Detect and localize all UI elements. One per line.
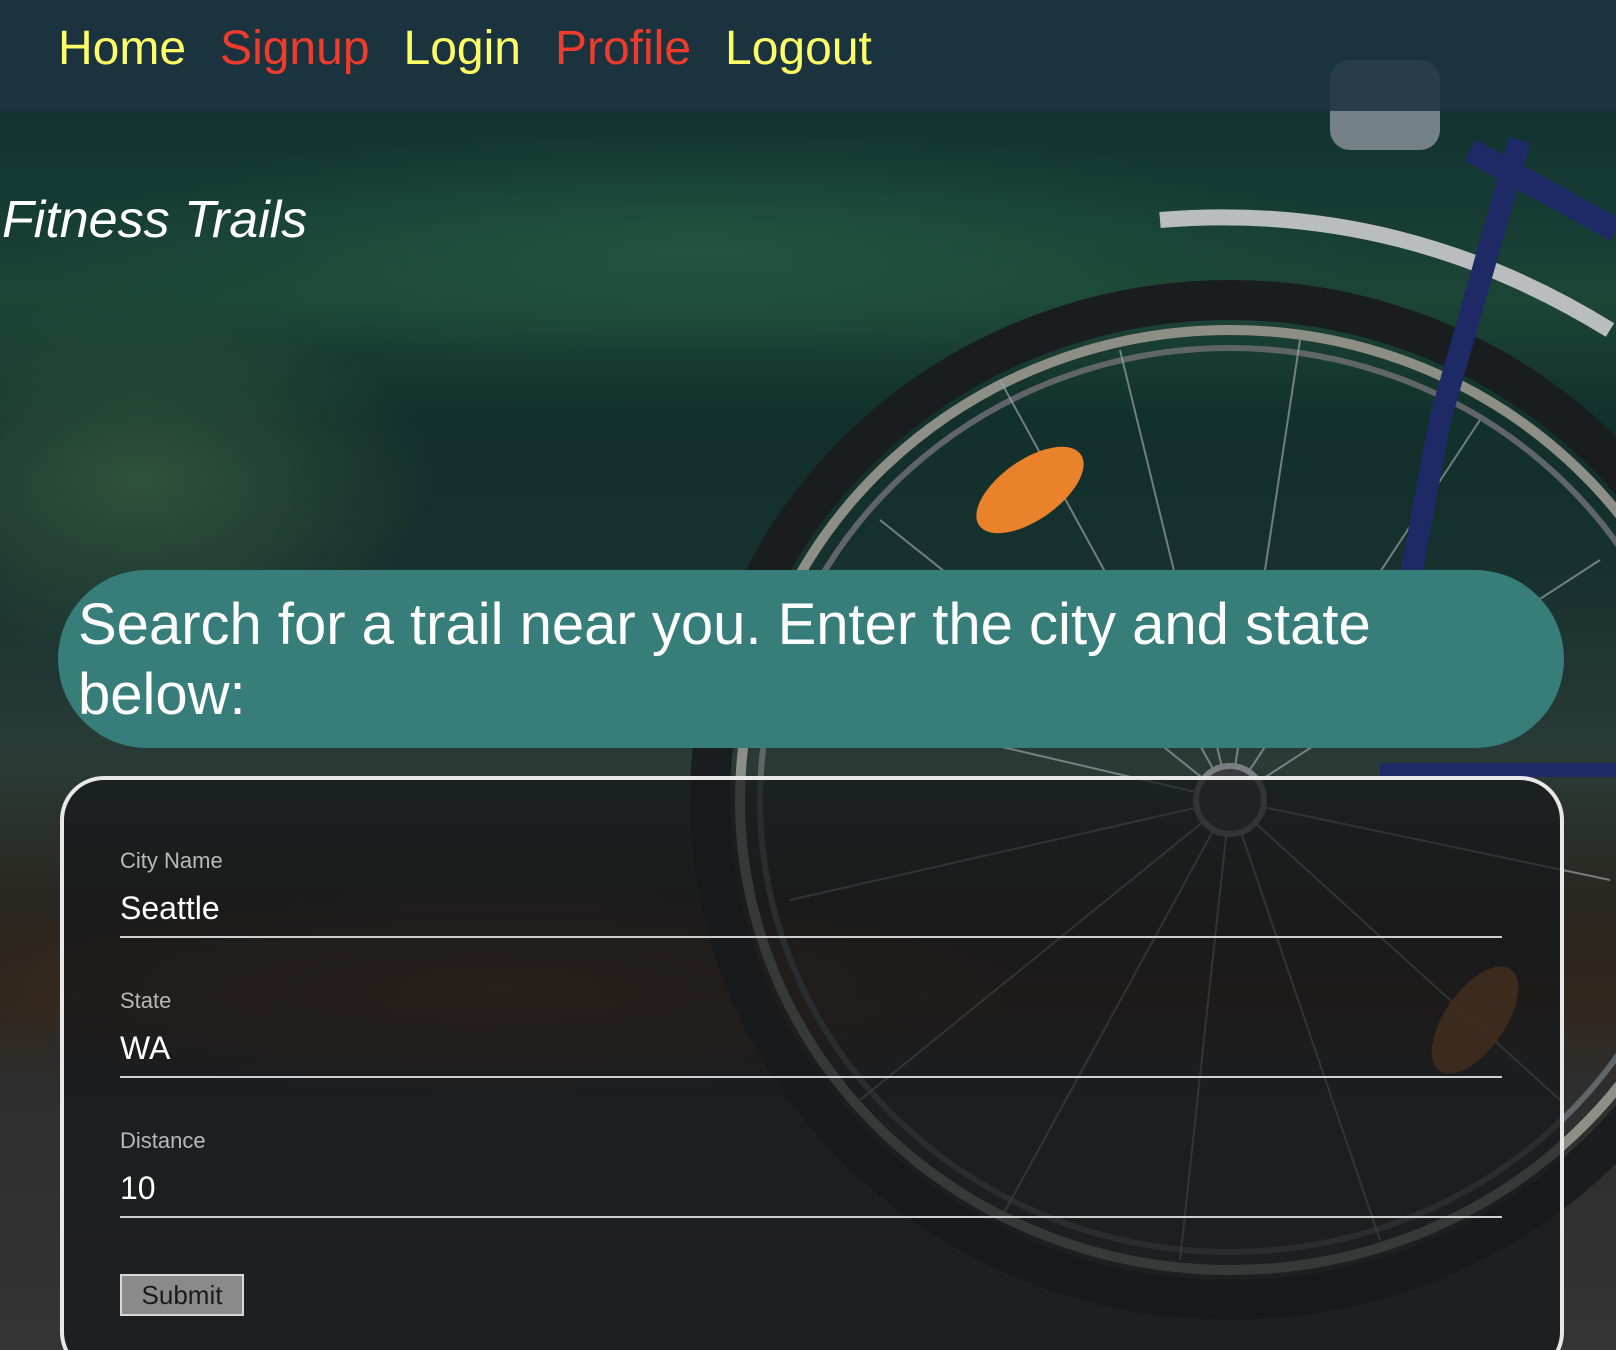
site-title: Fitness Trails bbox=[2, 191, 308, 249]
distance-label: Distance bbox=[120, 1128, 206, 1153]
nav-link-home[interactable]: Home bbox=[58, 20, 186, 78]
state-label: State bbox=[120, 988, 172, 1013]
nav-link-login[interactable]: Login bbox=[404, 20, 521, 78]
navbar: Home Signup Login Profile Logout bbox=[0, 0, 1616, 111]
nav-link-profile[interactable]: Profile bbox=[555, 20, 691, 78]
city-label: City Name bbox=[120, 848, 223, 873]
trail-search-form: City Name State Distance Submit bbox=[60, 776, 1564, 1350]
nav-link-logout[interactable]: Logout bbox=[725, 20, 872, 78]
state-input[interactable] bbox=[120, 1020, 1502, 1078]
submit-button[interactable]: Submit bbox=[120, 1274, 244, 1316]
distance-input[interactable] bbox=[120, 1160, 1502, 1218]
city-input[interactable] bbox=[120, 880, 1502, 938]
nav-link-signup[interactable]: Signup bbox=[220, 20, 369, 78]
search-prompt: Search for a trail near you. Enter the c… bbox=[58, 570, 1564, 748]
nav-links: Home Signup Login Profile Logout bbox=[58, 20, 872, 78]
